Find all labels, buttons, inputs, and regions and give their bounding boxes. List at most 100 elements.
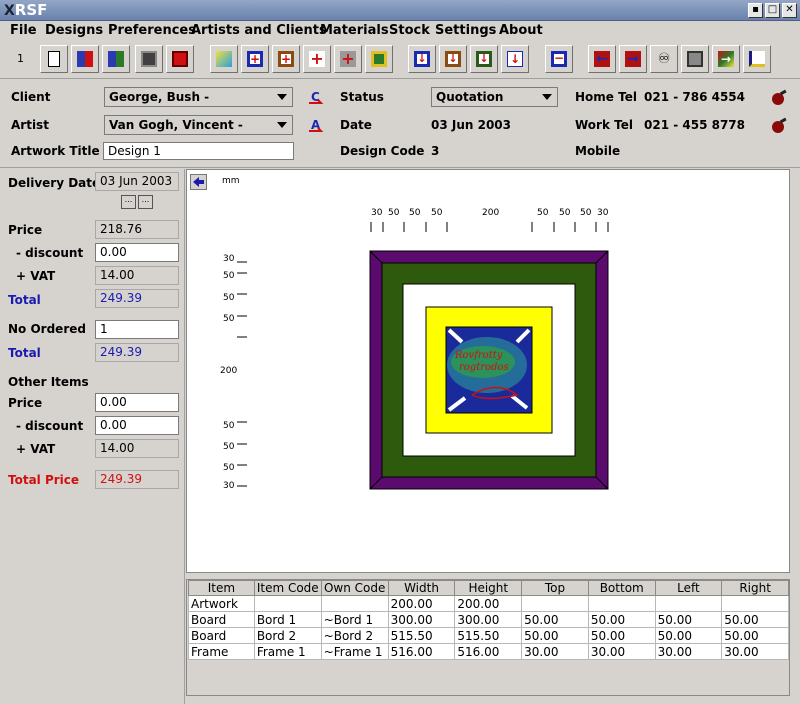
col-bottom[interactable]: Bottom (587, 580, 656, 596)
cell[interactable]: 50.00 (587, 627, 656, 644)
cell[interactable]: 200.00 (454, 595, 523, 612)
col-top[interactable]: Top (521, 580, 589, 596)
client-select[interactable]: George, Bush - (104, 87, 293, 107)
maximize-button[interactable]: □ (765, 3, 780, 18)
add-glass-button[interactable]: + (303, 45, 331, 73)
print-button[interactable] (681, 45, 709, 73)
other-discount-input[interactable]: 0.00 (95, 416, 179, 435)
cell[interactable]: 50.00 (721, 627, 789, 644)
col-item[interactable]: Item (188, 580, 255, 596)
col-own-code[interactable]: Own Code (320, 580, 389, 596)
table-row[interactable]: Artwork 200.00 200.00 (188, 595, 789, 612)
move-down-mount-button[interactable]: ↓ (470, 45, 498, 73)
col-item-code[interactable]: Item Code (253, 580, 322, 596)
cell[interactable]: 300.00 (387, 611, 456, 628)
table-row[interactable]: Board Bord 2 ~Bord 2 515.50 515.50 50.00 50.00… (188, 627, 789, 644)
table-row[interactable]: Frame Frame 1 ~Frame 1 516.00 516.00 30.00 30.… (188, 643, 789, 660)
cell[interactable]: Board (188, 611, 255, 628)
find-button[interactable]: ♾ (650, 45, 678, 73)
cell[interactable]: 50.00 (654, 611, 723, 628)
status-select[interactable]: Quotation (431, 87, 558, 107)
next-button[interactable]: → (619, 45, 647, 73)
artist-edit-button[interactable]: A (305, 115, 325, 135)
cell[interactable]: 50.00 (521, 611, 589, 628)
menu-file[interactable]: File (10, 23, 37, 38)
cell[interactable]: 50.00 (721, 611, 789, 628)
save-button[interactable] (135, 45, 163, 73)
cell[interactable]: 515.50 (454, 627, 523, 644)
menu-preferences[interactable]: Preferences (108, 23, 196, 38)
col-height[interactable]: Height (454, 580, 523, 596)
export-button[interactable]: → (712, 45, 740, 73)
cell[interactable] (521, 595, 589, 612)
cell[interactable]: Frame (188, 643, 255, 660)
add-frame-button[interactable]: + (272, 45, 300, 73)
new-button[interactable] (40, 45, 68, 73)
date-clear-button[interactable]: ... (138, 195, 153, 209)
add-mount-button[interactable] (365, 45, 393, 73)
cell[interactable]: Frame 1 (253, 643, 322, 660)
close-button[interactable]: ✕ (782, 3, 797, 18)
cell[interactable]: 50.00 (587, 611, 656, 628)
cell[interactable]: 30.00 (587, 643, 656, 660)
cell[interactable]: 50.00 (521, 627, 589, 644)
table-row[interactable]: Board Bord 1 ~Bord 1 300.00 300.00 50.00 50.00… (188, 611, 789, 628)
work-tel-dial-button[interactable] (768, 116, 788, 136)
artwork-button[interactable] (210, 45, 238, 73)
cell[interactable]: Bord 2 (253, 627, 322, 644)
client-edit-button[interactable]: C (305, 87, 325, 107)
cell[interactable]: Board (188, 627, 255, 644)
other-price-input[interactable]: 0.00 (95, 393, 179, 412)
cell[interactable]: Artwork (188, 595, 255, 612)
cell[interactable]: 30.00 (521, 643, 589, 660)
add-backing-button[interactable]: + (334, 45, 362, 73)
cell[interactable]: 50.00 (654, 627, 723, 644)
menu-designs[interactable]: Designs (45, 23, 103, 38)
add-board-button[interactable]: + (241, 45, 269, 73)
col-left[interactable]: Left (654, 580, 723, 596)
cell[interactable]: ~Bord 2 (320, 627, 389, 644)
design-canvas[interactable]: mm 30 50 50 50 200 50 50 50 30 30 50 50 … (186, 169, 790, 573)
cell[interactable] (253, 595, 322, 612)
col-right[interactable]: Right (721, 580, 789, 596)
cell[interactable]: 300.00 (454, 611, 523, 628)
artwork-image[interactable]: Rovfrotty rogtrodos (445, 326, 533, 414)
menu-stock[interactable]: Stock (389, 23, 430, 38)
cell[interactable]: 516.00 (387, 643, 456, 660)
artist-select[interactable]: Van Gogh, Vincent - (104, 115, 293, 135)
cell[interactable]: 200.00 (387, 595, 456, 612)
col-width[interactable]: Width (387, 580, 456, 596)
cell[interactable]: Bord 1 (253, 611, 322, 628)
cell[interactable]: ~Frame 1 (320, 643, 389, 660)
cell[interactable] (587, 595, 656, 612)
previous-button[interactable]: ← (588, 45, 616, 73)
cell[interactable]: 516.00 (454, 643, 523, 660)
move-down-glass-button[interactable]: ↓ (501, 45, 529, 73)
date-picker-button[interactable]: ... (121, 195, 136, 209)
cell[interactable] (721, 595, 789, 612)
menu-artists-clients[interactable]: Artists and Clients (191, 23, 327, 38)
cell[interactable]: 30.00 (721, 643, 789, 660)
delete-record-button[interactable] (166, 45, 194, 73)
cell[interactable]: 30.00 (654, 643, 723, 660)
delivery-date-field[interactable]: 03 Jun 2003 (95, 172, 179, 191)
minimize-button[interactable]: ▪ (748, 3, 763, 18)
discount-input[interactable]: 0.00 (95, 243, 179, 262)
cell[interactable]: 515.50 (387, 627, 456, 644)
move-down-board-button[interactable]: ↓ (408, 45, 436, 73)
artwork-title-input[interactable]: Design 1 (103, 142, 294, 160)
home-tel-dial-button[interactable] (768, 88, 788, 108)
ruler-top-0: 30 (371, 208, 383, 218)
menu-about[interactable]: About (499, 23, 543, 38)
menu-settings[interactable]: Settings (435, 23, 496, 38)
remove-item-button[interactable]: − (545, 45, 573, 73)
menu-materials[interactable]: Materials (320, 23, 389, 38)
layers-button[interactable] (743, 45, 771, 73)
move-down-frame-button[interactable]: ↓ (439, 45, 467, 73)
cell[interactable] (320, 595, 389, 612)
cell[interactable]: ~Bord 1 (320, 611, 389, 628)
cell[interactable] (654, 595, 723, 612)
no-ordered-input[interactable]: 1 (95, 320, 179, 339)
add-client-button[interactable] (71, 45, 99, 73)
remove-client-button[interactable] (102, 45, 130, 73)
